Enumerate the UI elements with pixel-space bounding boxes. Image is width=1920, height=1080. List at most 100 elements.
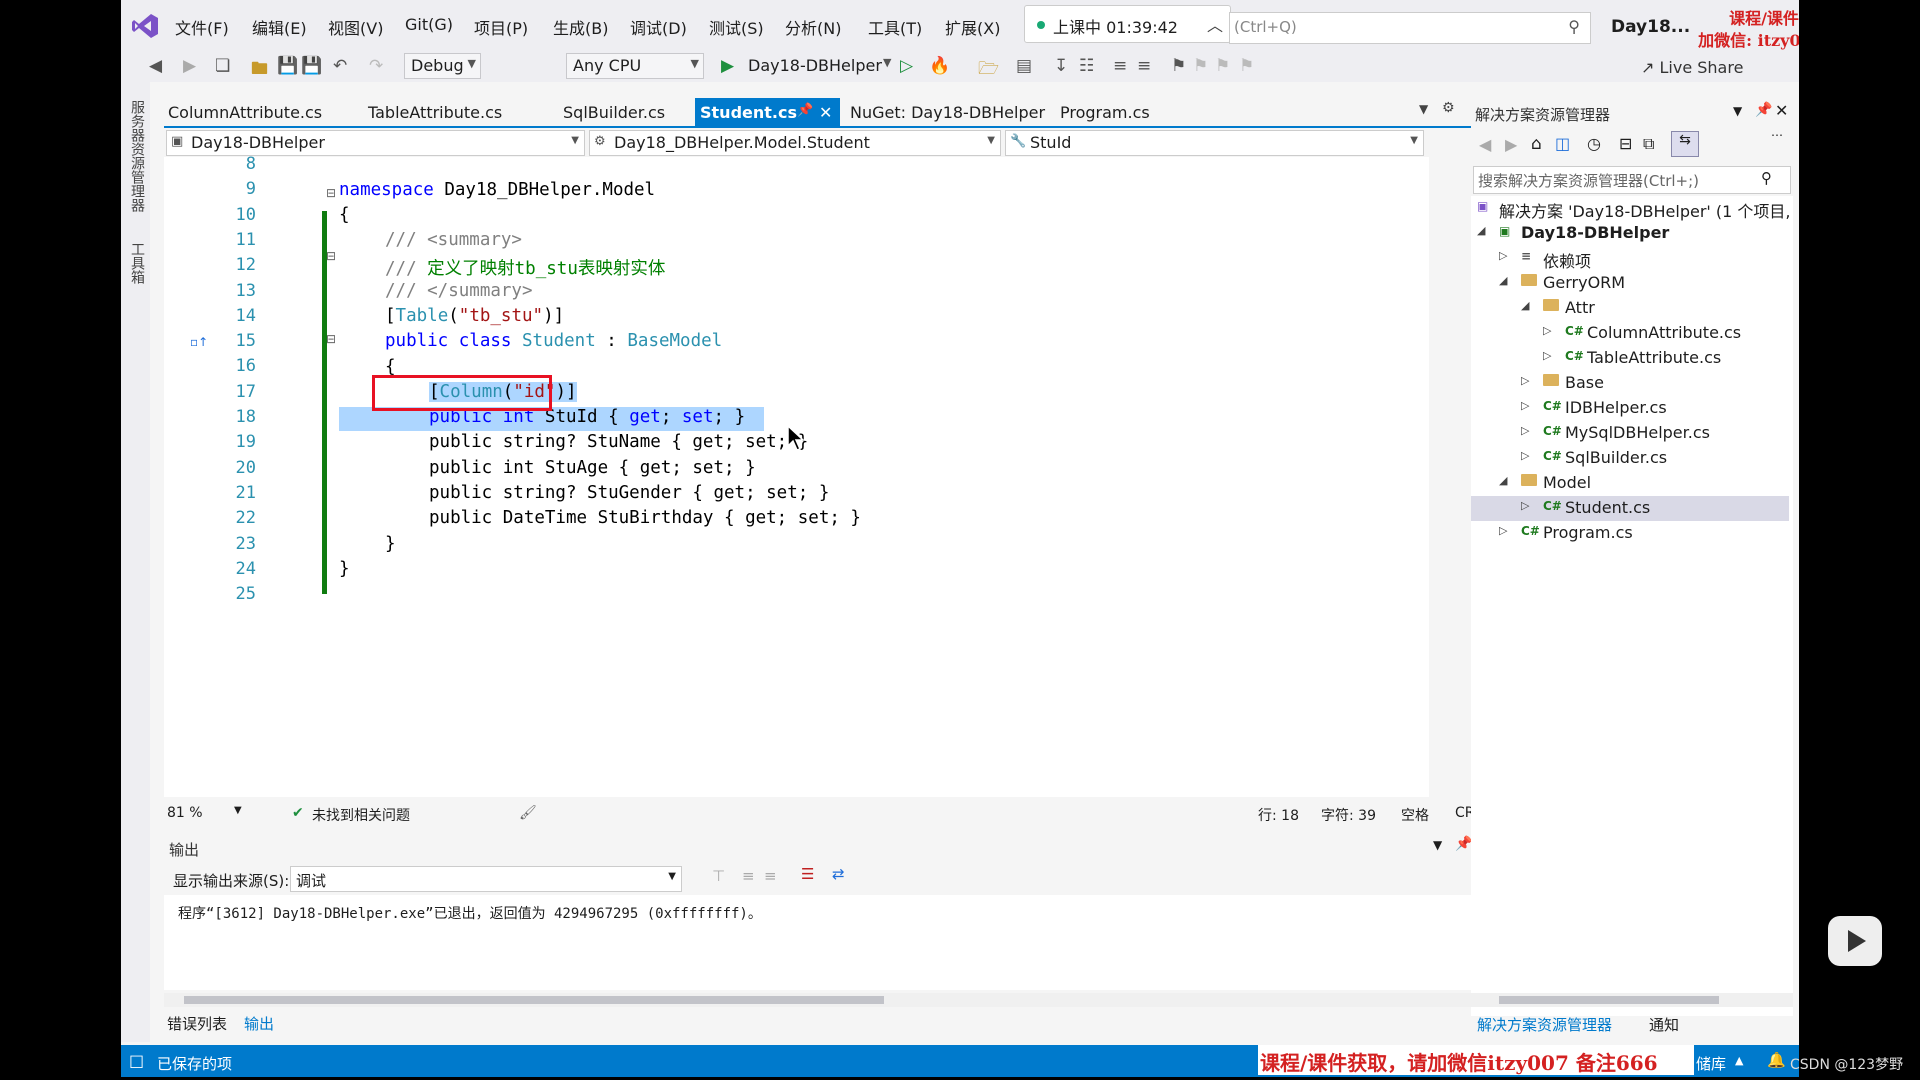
prev-bookmark-icon[interactable]: ⚑ — [1193, 56, 1208, 76]
save-icon[interactable]: 💾 — [277, 56, 298, 76]
collapsed-icon[interactable]: ▷ — [1499, 524, 1507, 537]
tab-output[interactable]: 输出 — [244, 1013, 274, 1034]
tree-node-solution[interactable]: ▣ 解决方案 'Day18-DBHelper' (1 个项目, — [1471, 196, 1791, 221]
tab-sqlbuilder[interactable]: SqlBuilder.cs — [559, 98, 689, 126]
layout-icon[interactable]: ▤ — [1016, 56, 1032, 76]
next-message-icon[interactable]: ≡ — [764, 867, 777, 885]
code-editor[interactable]: 8 9 10 11 12 13 14 15 16 17 18 19 20 21 22 23 24 25 ▫↑ ⊟ … — [164, 154, 1582, 797]
tree-node-columnattribute[interactable]: ▷ C# ColumnAttribute.cs — [1471, 321, 1789, 346]
back-icon[interactable]: ◀ — [149, 56, 162, 76]
collapsed-icon[interactable]: ▷ — [1521, 449, 1529, 462]
tree-node-student[interactable]: ▷ C# Student.cs — [1471, 496, 1789, 521]
tree-node-tableattribute[interactable]: ▷ C# TableAttribute.cs — [1471, 346, 1789, 371]
redo-icon[interactable]: ↷ — [369, 56, 383, 76]
panel-menu-icon[interactable]: ▼ — [1733, 104, 1742, 118]
menu-extensions[interactable]: 扩展(X) — [945, 15, 1000, 39]
collapsed-icon[interactable]: ▷ — [1521, 374, 1529, 387]
search-input[interactable]: (Ctrl+Q) ⚲ — [1229, 12, 1591, 44]
sync-icon[interactable]: ⇆ — [1671, 131, 1699, 157]
pin-icon[interactable]: 📌 — [1455, 836, 1472, 852]
forward-icon[interactable]: ▶ — [1505, 135, 1517, 154]
whitespace-indicator[interactable]: 空格 — [1401, 805, 1429, 825]
close-icon[interactable]: ✕ — [1775, 101, 1788, 120]
tree-node-dependencies[interactable]: ▷ ≡ 依赖项 — [1471, 246, 1789, 271]
config-select[interactable]: Debug ▼ — [404, 53, 481, 79]
undo-icon[interactable]: ↶ — [333, 56, 347, 76]
message-icon[interactable]: □ — [129, 1051, 144, 1070]
close-tab-icon[interactable]: ✕ — [819, 103, 832, 122]
collapse-icon[interactable]: ⊟ — [326, 249, 336, 263]
tree-node-idbhelper[interactable]: ▷ C# IDBHelper.cs — [1471, 396, 1789, 421]
menu-git[interactable]: Git(G) — [405, 15, 453, 34]
home-icon[interactable]: ⌂ — [1531, 134, 1542, 154]
collapsed-icon[interactable]: ▷ — [1521, 499, 1529, 512]
platform-select[interactable]: Any CPU ▼ — [566, 53, 704, 79]
zoom-dropdown-icon[interactable]: ▼ — [234, 805, 242, 816]
rail-toolbox[interactable]: 工具箱 — [127, 242, 147, 284]
start-without-debug-icon[interactable]: ▷ — [900, 56, 913, 76]
expanded-icon[interactable]: ◢ — [1499, 474, 1507, 487]
tree-node-attr[interactable]: ◢ Attr — [1471, 296, 1789, 321]
run-target-dropdown-icon[interactable]: ▼ — [883, 56, 891, 69]
start-debug-icon[interactable]: ▶ — [721, 56, 734, 76]
issues-text[interactable]: 未找到相关问题 — [312, 805, 410, 825]
word-wrap-icon[interactable]: ⇄ — [832, 865, 845, 883]
menu-analyze[interactable]: 分析(N) — [785, 15, 841, 39]
collapsed-icon[interactable]: ▷ — [1543, 324, 1551, 337]
menu-debug[interactable]: 调试(D) — [630, 15, 687, 39]
more-icon[interactable]: ⋯ — [1771, 128, 1783, 142]
tab-tableattribute[interactable]: TableAttribute.cs — [364, 98, 524, 126]
tab-notifications[interactable]: 通知 — [1649, 1014, 1679, 1035]
tab-list-dropdown-icon[interactable]: ▼ — [1419, 102, 1428, 116]
pin-icon[interactable]: 📌 — [797, 103, 813, 118]
chevron-up-icon[interactable]: ︿ — [1207, 12, 1223, 36]
pin-icon[interactable]: 📌 — [1755, 102, 1772, 118]
tab-program[interactable]: Program.cs — [1056, 98, 1176, 126]
align-icon[interactable]: ☷ — [1079, 56, 1094, 76]
tree-node-base[interactable]: ▷ Base — [1471, 371, 1789, 396]
show-all-files-icon[interactable]: ⧉ — [1643, 134, 1654, 154]
output-source-select[interactable]: 调试 ▼ — [290, 866, 682, 892]
panel-menu-icon[interactable]: ▼ — [1433, 838, 1442, 852]
forward-icon[interactable]: ▶ — [183, 56, 196, 76]
tab-columnattribute[interactable]: ColumnAttribute.cs — [164, 98, 344, 126]
menu-build[interactable]: 生成(B) — [553, 15, 608, 39]
bell-icon[interactable]: 🔔 — [1767, 1051, 1786, 1069]
menu-edit[interactable]: 编辑(E) — [252, 15, 307, 39]
switch-views-icon[interactable]: ◫ — [1555, 134, 1570, 153]
bookmark-icon[interactable]: ⚑ — [1171, 56, 1186, 76]
tab-solution-explorer[interactable]: 解决方案资源管理器 — [1477, 1014, 1612, 1035]
prev-message-icon[interactable]: ≡ — [742, 867, 755, 885]
collapse-all-icon[interactable]: ⊟ — [1619, 134, 1632, 153]
solution-search-input[interactable]: 搜索解决方案资源管理器(Ctrl+;) ⚲ — [1473, 166, 1791, 194]
expanded-icon[interactable]: ◢ — [1477, 224, 1485, 237]
codelens-icon[interactable]: ▫↑ — [190, 335, 208, 349]
rail-server-explorer[interactable]: 服务器资源管理器 — [127, 100, 147, 212]
collapse-icon[interactable]: ⊟ — [326, 186, 336, 200]
tree-node-project[interactable]: ◢ ▣ Day18-DBHelper — [1471, 221, 1789, 246]
indent-icon[interactable]: ≡ — [1113, 56, 1127, 76]
tab-error-list[interactable]: 错误列表 — [167, 1013, 227, 1034]
save-all-icon[interactable]: 💾 — [301, 56, 322, 76]
browse-folder-icon[interactable]: 🗁 — [978, 56, 999, 85]
tree-node-mysqldbhelper[interactable]: ▷ C# MySqlDBHelper.cs — [1471, 421, 1789, 446]
chevron-up-icon[interactable]: ▲ — [1735, 1054, 1743, 1067]
expanded-icon[interactable]: ◢ — [1499, 274, 1507, 287]
menu-test[interactable]: 测试(S) — [709, 15, 764, 39]
hot-reload-icon[interactable]: 🔥 — [929, 56, 950, 76]
find-message-icon[interactable]: ⊤ — [712, 867, 725, 885]
output-text-area[interactable]: 程序“[3612] Day18-DBHelper.exe”已退出，返回值为 42… — [164, 895, 1499, 990]
member-dropdown[interactable]: 🔧 StuId ▼ — [1005, 130, 1424, 156]
expanded-icon[interactable]: ◢ — [1521, 299, 1529, 312]
zoom-level[interactable]: 81 % — [167, 805, 203, 821]
video-play-icon[interactable] — [1828, 916, 1882, 966]
tab-nuget[interactable]: NuGet: Day18-DBHelper — [846, 98, 1046, 126]
menu-project[interactable]: 项目(P) — [474, 15, 528, 39]
tree-node-model[interactable]: ◢ Model — [1471, 471, 1789, 496]
back-icon[interactable]: ◀ — [1479, 135, 1491, 154]
tree-node-program[interactable]: ▷ C# Program.cs — [1471, 521, 1789, 546]
menu-tools[interactable]: 工具(T) — [868, 15, 922, 39]
project-dropdown[interactable]: ▣ Day18-DBHelper ▼ — [166, 130, 585, 156]
comment-icon[interactable]: ≡ — [1137, 56, 1151, 76]
gear-icon[interactable]: ⚙ — [1442, 100, 1455, 116]
